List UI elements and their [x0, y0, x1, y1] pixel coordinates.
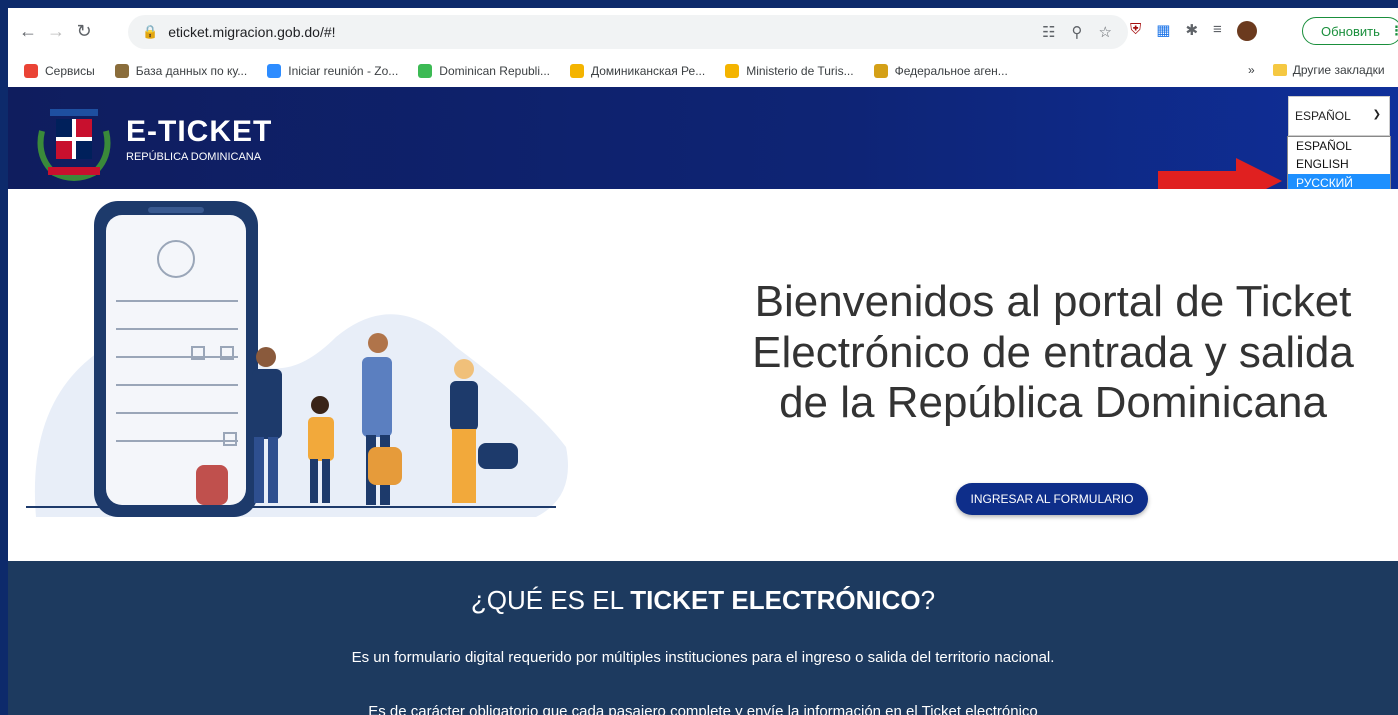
bookmark-icon	[114, 64, 129, 78]
extensions-puzzle-icon[interactable]: ✱	[1185, 21, 1198, 41]
reload-icon[interactable]: ↻	[70, 18, 98, 46]
language-selected: ESPAÑOL	[1295, 109, 1351, 123]
info-section: ¿QUÉ ES EL TICKET ELECTRÓNICO? Es un for…	[8, 561, 1398, 715]
info-title-bold: TICKET ELECTRÓNICO	[630, 585, 921, 615]
language-select[interactable]: ESPAÑOL ❯	[1288, 96, 1390, 136]
bookmark-label: Iniciar reunión - Zo...	[288, 64, 399, 78]
bookmark-icon	[267, 64, 282, 78]
bookmark-item[interactable]: Ministerio de Turis...	[725, 64, 854, 78]
info-title: ¿QUÉ ES EL TICKET ELECTRÓNICO?	[8, 585, 1398, 616]
extension-shield-icon[interactable]: ⛨	[1130, 21, 1141, 41]
bookmark-item[interactable]: Iniciar reunión - Zo...	[267, 64, 398, 78]
chevron-right-icon[interactable]: »	[1248, 63, 1255, 77]
zoom-icon[interactable]: ⚲	[1072, 23, 1083, 41]
chevron-down-icon: ❯	[1372, 109, 1381, 120]
language-option[interactable]: ESPAÑOL	[1288, 137, 1390, 155]
bookmarks-bar: Сервисы База данных по ку... Iniciar reuni…	[8, 55, 1398, 87]
back-icon[interactable]: ←	[14, 18, 42, 46]
other-bookmarks[interactable]: » Другие закладки	[1248, 63, 1385, 77]
other-bookmarks-label: Другие закладки	[1292, 63, 1385, 77]
star-icon[interactable]: ☆	[1099, 23, 1112, 41]
bookmark-label: Федеральное аген...	[894, 64, 1008, 78]
enter-form-button[interactable]: INGRESAR AL FORMULARIO	[956, 483, 1148, 515]
bookmark-icon	[418, 64, 433, 78]
hero-section: Bienvenidos al portal de Ticket Electrón…	[8, 189, 1398, 561]
menu-kebab-icon[interactable]: ⋮	[1390, 23, 1398, 39]
bookmark-item[interactable]: Доминиканская Ре...	[570, 64, 705, 78]
update-button[interactable]: Обновить ⋮	[1302, 17, 1398, 45]
update-label: Обновить	[1321, 23, 1380, 39]
extension-calendar-icon[interactable]: ▦	[1156, 21, 1170, 41]
bookmark-item[interactable]: Dominican Republi...	[418, 64, 550, 78]
forward-icon[interactable]: →	[42, 18, 70, 46]
folder-icon	[1272, 64, 1287, 76]
reading-list-icon[interactable]: ≡	[1213, 21, 1222, 41]
lock-icon: 🔒	[142, 24, 159, 39]
coat-of-arms-logo	[37, 109, 111, 181]
url-text: eticket.migracion.gob.do/#!	[168, 24, 336, 40]
travelers-illustration	[26, 201, 568, 517]
profile-avatar[interactable]	[1236, 21, 1257, 41]
info-title-prefix: ¿QUÉ ES EL	[470, 585, 631, 615]
bookmark-label: Сервисы	[45, 64, 95, 78]
browser-toolbar: ← → ↻ 🔒 eticket.migracion.gob.do/#! ☷ ⚲ …	[8, 8, 1398, 55]
hero-title: Bienvenidos al portal de Ticket Electrón…	[752, 277, 1354, 428]
site-title: E-TICKET	[126, 115, 273, 148]
info-description-2: Es de carácter obligatorio que cada pasa…	[368, 703, 1038, 715]
bookmark-item[interactable]: Федеральное аген...	[873, 64, 1008, 78]
bookmark-label: Dominican Republi...	[439, 64, 550, 78]
info-title-suffix: ?	[920, 585, 936, 615]
bookmark-item[interactable]: База данных по ку...	[114, 64, 248, 78]
bookmark-label: Доминиканская Ре...	[591, 64, 706, 78]
bookmark-icon	[24, 64, 38, 78]
translate-icon[interactable]: ☷	[1042, 23, 1055, 41]
bookmark-icon	[570, 64, 584, 78]
bookmark-item[interactable]: Сервисы	[24, 64, 95, 78]
bookmark-label: База данных по ку...	[135, 64, 248, 78]
language-option[interactable]: ENGLISH	[1288, 155, 1390, 173]
site-subtitle: REPÚBLICA DOMINICANA	[126, 151, 262, 163]
bookmark-label: Ministerio de Turis...	[746, 64, 854, 78]
bookmark-icon	[873, 64, 888, 78]
address-bar[interactable]: 🔒 eticket.migracion.gob.do/#! ☷ ⚲ ☆	[128, 15, 1128, 49]
bookmark-icon	[725, 64, 740, 78]
info-description: Es un formulario digital requerido por m…	[351, 649, 1055, 666]
